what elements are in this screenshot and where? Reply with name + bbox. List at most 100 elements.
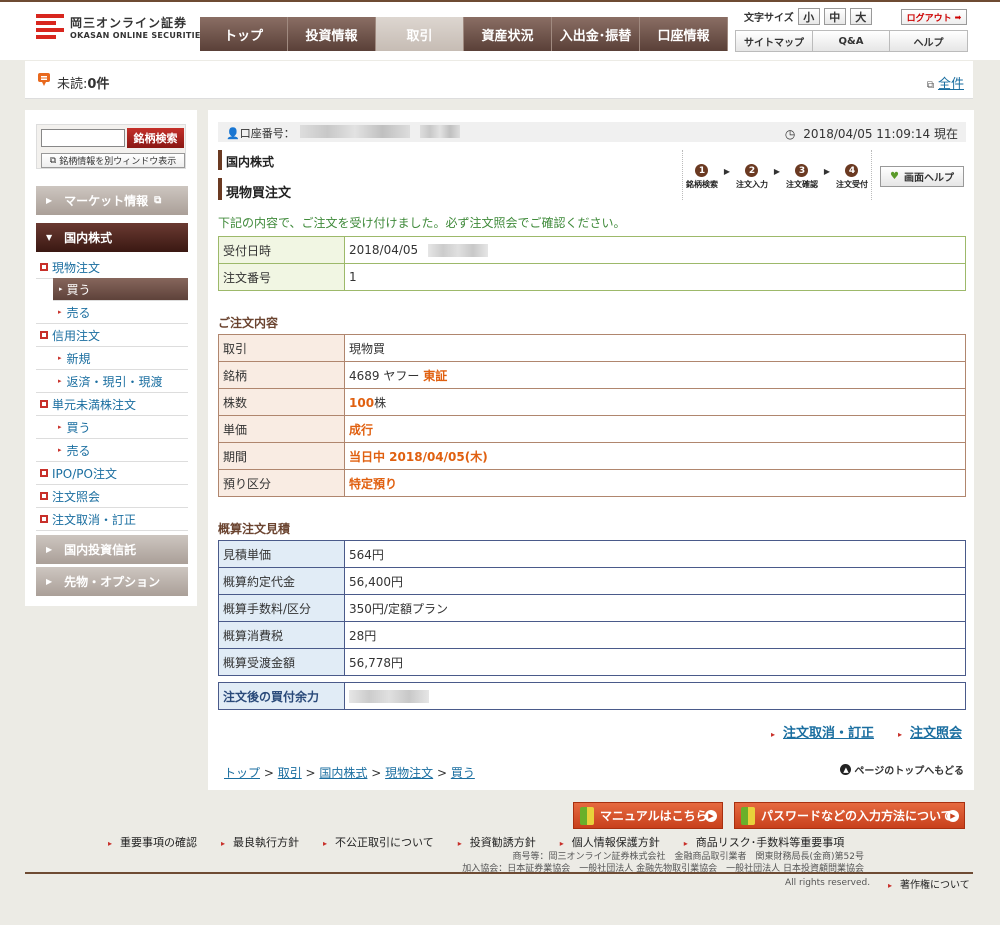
account-label-wrap: 👤口座番号： bbox=[226, 125, 295, 141]
table-row: 単価 成行 bbox=[218, 415, 966, 443]
arrow-icon: ▸ bbox=[771, 730, 776, 739]
arrow-icon: ▸ bbox=[58, 423, 62, 431]
step-number: 1 bbox=[695, 164, 709, 177]
font-size-medium-button[interactable]: 中 bbox=[823, 8, 846, 25]
nav-top[interactable]: トップ bbox=[200, 17, 288, 51]
sidebar-item-odd-sell[interactable]: ▸ 売る bbox=[36, 439, 188, 462]
bullet-icon bbox=[40, 263, 48, 271]
tax-label: 概算消費税 bbox=[218, 621, 345, 649]
unread-bar: 未読:0件 ⧉ 全件 bbox=[25, 61, 973, 99]
total-label: 概算受渡金額 bbox=[218, 648, 345, 676]
capacity-table: 注文後の買付余力 bbox=[218, 682, 966, 710]
sidebar-item-ipo[interactable]: IPO/PO注文 bbox=[36, 462, 188, 485]
sidebar-item-label: 現物注文 bbox=[52, 260, 101, 275]
stock-search-input[interactable] bbox=[41, 129, 125, 147]
copyright: All rights reserved. bbox=[785, 878, 871, 888]
nav-trade[interactable]: 取引 bbox=[376, 17, 464, 51]
order-section-title: ご注文内容 bbox=[218, 316, 279, 330]
sidebar-item-new[interactable]: ▸ 新規 bbox=[36, 347, 188, 370]
sidebar-item-sell[interactable]: ▸ 売る bbox=[36, 301, 188, 324]
nav-deposit[interactable]: 入出金･振替 bbox=[552, 17, 640, 51]
logo[interactable]: 岡三オンライン証券 OKASAN ONLINE SECURITIES bbox=[36, 12, 207, 42]
all-notices[interactable]: ⧉ 全件 bbox=[927, 73, 964, 92]
breadcrumb-domestic[interactable]: 国内株式 bbox=[319, 766, 367, 780]
time-masked bbox=[428, 244, 488, 257]
stock-search-button[interactable]: 銘柄検索 bbox=[127, 128, 184, 148]
nav-account-info[interactable]: 口座情報 bbox=[640, 17, 728, 51]
sidebar-funds[interactable]: ▶ 国内投資信託 bbox=[36, 535, 188, 564]
sidebar-item-repay[interactable]: ▸ 返済・現引・現渡 bbox=[36, 370, 188, 393]
order-number-label: 注文番号 bbox=[218, 263, 345, 291]
step-label: 注文確認 bbox=[785, 180, 818, 189]
sidebar-item-odd-buy[interactable]: ▸ 買う bbox=[36, 416, 188, 439]
nav-assets[interactable]: 資産状況 bbox=[464, 17, 552, 51]
footer-link-privacy[interactable]: 個人情報保護方針 bbox=[560, 834, 660, 850]
arrow-right-icon: ▶ bbox=[947, 810, 959, 822]
arrow-right-icon: ▶ bbox=[705, 810, 717, 822]
step-4: 4 注文受付 bbox=[836, 164, 868, 190]
triangle-down-icon: ▼ bbox=[46, 233, 53, 242]
sidebar-market-info[interactable]: ▶ マーケット情報 ⧉ bbox=[36, 186, 188, 215]
sidebar-item-odd-lot[interactable]: 単元未満株注文 bbox=[36, 393, 188, 416]
help-link[interactable]: ヘルプ bbox=[890, 31, 967, 51]
arrow-icon: ▸ bbox=[58, 354, 62, 362]
copyright-link[interactable]: 著作権について bbox=[888, 876, 970, 891]
logo-text-ja: 岡三オンライン証券 bbox=[70, 16, 188, 30]
breadcrumb-top[interactable]: トップ bbox=[224, 766, 260, 780]
step-1: 1 銘柄検索 bbox=[686, 164, 718, 190]
qa-link[interactable]: Q&A bbox=[813, 31, 890, 51]
breadcrumb-trade[interactable]: 取引 bbox=[278, 766, 302, 780]
open-window-button[interactable]: ⧉ 銘柄情報を別ウィンドウ表示 bbox=[41, 153, 185, 168]
price-label: 単価 bbox=[218, 415, 345, 443]
bullet-icon bbox=[40, 515, 48, 523]
password-help-button[interactable]: パスワードなどの入力方法について ▶ bbox=[734, 802, 965, 829]
sitemap-link[interactable]: サイトマップ bbox=[736, 31, 813, 51]
order-inquiry-link[interactable]: 注文照会 bbox=[910, 722, 962, 741]
breadcrumb-buy[interactable]: 買う bbox=[451, 766, 475, 780]
sidebar-item-label: 単元未満株注文 bbox=[52, 397, 137, 412]
capacity-label: 注文後の買付余力 bbox=[218, 682, 345, 710]
footer-link-solicitation[interactable]: 投資勧誘方針 bbox=[458, 834, 536, 850]
capacity-masked bbox=[349, 690, 429, 703]
page-top-link[interactable]: ▲ ページのトップへもどる bbox=[840, 762, 964, 777]
cancel-correct-link[interactable]: 注文取消・訂正 bbox=[783, 722, 874, 741]
trade-value: 現物買 bbox=[344, 334, 966, 362]
sidebar-item-inquiry[interactable]: 注文照会 bbox=[36, 485, 188, 508]
font-size-large-button[interactable]: 大 bbox=[849, 8, 872, 25]
footer-link-risk-fees[interactable]: 商品リスク･手数料等重要事項 bbox=[684, 834, 845, 850]
nav-invest-info[interactable]: 投資情報 bbox=[288, 17, 376, 51]
page-category: 国内株式 bbox=[226, 155, 275, 169]
footer-link-best-execution[interactable]: 最良執行方針 bbox=[221, 834, 299, 850]
sidebar-item-label: 注文取消・訂正 bbox=[52, 512, 137, 527]
receipt-date-label: 受付日時 bbox=[218, 236, 345, 264]
account-name-masked bbox=[420, 125, 460, 138]
main-content: 👤口座番号： ◷ 2018/04/05 11:09:14 現在 国内株式 現物買注… bbox=[208, 110, 974, 790]
font-size-small-button[interactable]: 小 bbox=[797, 8, 820, 25]
manual-button[interactable]: マニュアルはこちら ▶ bbox=[573, 802, 723, 829]
footer-link-unfair-trade[interactable]: 不公正取引について bbox=[323, 834, 434, 850]
footer-link-important[interactable]: 重要事項の確認 bbox=[108, 834, 197, 850]
arrow-icon: ▸ bbox=[58, 377, 62, 385]
triangle-right-icon: ▶ bbox=[46, 196, 53, 205]
page-top-label: ページのトップへもどる bbox=[854, 766, 964, 777]
sidebar-item-margin[interactable]: 信用注文 bbox=[36, 324, 188, 347]
breadcrumb-spot[interactable]: 現物注文 bbox=[385, 766, 433, 780]
sidebar-domestic-stock[interactable]: ▼ 国内株式 bbox=[36, 223, 188, 252]
bullet-icon bbox=[40, 492, 48, 500]
trade-label: 取引 bbox=[218, 334, 345, 362]
sidebar-item-cancel[interactable]: 注文取消・訂正 bbox=[36, 508, 188, 531]
step-label: 注文入力 bbox=[735, 180, 768, 189]
beginner-icon bbox=[580, 806, 594, 825]
order-table: 取引 現物買 銘柄 4689 ヤフー 東証 株数 100株 単価 成行 期間 当日中 20… bbox=[218, 334, 966, 497]
sidebar-item-spot[interactable]: 現物注文 bbox=[36, 256, 188, 279]
sidebar-item-label: 売る bbox=[66, 305, 91, 320]
sidebar-futures[interactable]: ▶ 先物・オプション bbox=[36, 567, 188, 596]
screen-help-button[interactable]: ♥ 画面ヘルプ bbox=[880, 166, 964, 187]
sidebar-item-buy[interactable]: ▸ 買う bbox=[53, 278, 188, 301]
tax-value: 28円 bbox=[344, 621, 966, 649]
logout-button[interactable]: ログアウト ➡ bbox=[901, 9, 967, 25]
table-row: 株数 100株 bbox=[218, 388, 966, 416]
market-info-label: マーケット情報 bbox=[64, 194, 149, 208]
all-notices-link[interactable]: 全件 bbox=[938, 77, 964, 92]
sidebar-item-label: 返済・現引・現渡 bbox=[66, 374, 163, 389]
